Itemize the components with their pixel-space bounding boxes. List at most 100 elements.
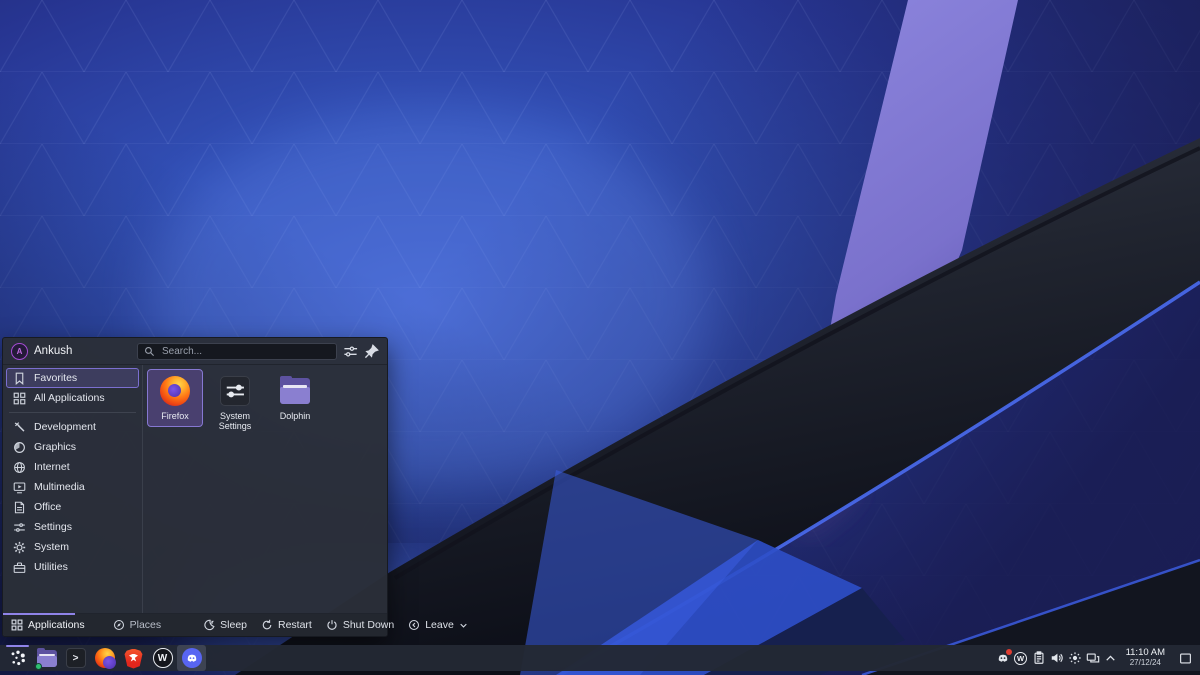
sidebar-item-all-applications[interactable]: All Applications	[6, 388, 139, 408]
session-label: Leave	[425, 619, 454, 631]
sleep-button[interactable]: Sleep	[203, 619, 247, 631]
volume-icon	[1050, 651, 1064, 665]
sidebar-item-utilities[interactable]: Utilities	[6, 557, 139, 577]
bookmark-icon	[13, 372, 26, 385]
tray-volume-button[interactable]	[1048, 646, 1066, 670]
category-label: Development	[34, 421, 96, 433]
pin-icon[interactable]	[364, 344, 379, 359]
taskbar-brave-button[interactable]	[119, 645, 148, 671]
category-label: System	[34, 541, 69, 553]
w-app-icon: W	[153, 648, 173, 668]
category-label: Graphics	[34, 441, 76, 453]
favorites-grid: Firefox System Setting	[143, 365, 387, 613]
leave-button[interactable]: Leave	[408, 619, 468, 631]
category-label: Utilities	[34, 561, 68, 573]
sidebar-item-development[interactable]: Development	[6, 417, 139, 437]
taskbar-w-app-button[interactable]: W	[148, 645, 177, 671]
sidebar-item-internet[interactable]: Internet	[6, 457, 139, 477]
category-label: Internet	[34, 461, 70, 473]
task-badge	[35, 663, 42, 670]
category-label: Office	[34, 501, 61, 513]
sleep-icon	[203, 619, 215, 631]
taskbar-firefox-button[interactable]	[90, 645, 119, 671]
grid-icon	[11, 619, 23, 631]
desktop: A Ankush	[0, 0, 1200, 675]
app-tile-system-settings[interactable]: System Settings	[207, 369, 263, 438]
tab-label: Applications	[28, 619, 85, 631]
compass-icon	[113, 619, 125, 631]
user-avatar[interactable]: A	[11, 343, 28, 360]
taskbar-dolphin-button[interactable]	[32, 645, 61, 671]
search-input[interactable]	[160, 345, 330, 358]
category-label: Multimedia	[34, 481, 85, 493]
w-app-icon: W	[1014, 652, 1027, 665]
application-launcher-menu: A Ankush	[2, 337, 388, 637]
brave-icon	[124, 649, 143, 669]
session-label: Sleep	[220, 619, 247, 631]
app-label: System Settings	[210, 411, 260, 432]
tab-applications[interactable]: Applications	[11, 619, 85, 631]
konsole-icon: >	[66, 648, 86, 668]
sidebar-item-system[interactable]: System	[6, 537, 139, 557]
gear-icon	[13, 541, 26, 554]
tab-places[interactable]: Places	[113, 619, 162, 631]
configure-icon[interactable]	[343, 344, 358, 359]
sidebar-item-graphics[interactable]: Graphics	[6, 437, 139, 457]
clipboard-icon	[1032, 651, 1046, 665]
restart-icon	[261, 619, 273, 631]
multimedia-icon	[13, 481, 26, 494]
application-launcher-button[interactable]	[3, 645, 32, 671]
sidebar-item-multimedia[interactable]: Multimedia	[6, 477, 139, 497]
w-letter: W	[1017, 654, 1024, 663]
clock-date: 27/12/24	[1126, 659, 1165, 668]
app-tile-dolphin[interactable]: Dolphin	[267, 369, 323, 427]
taskbar-panel: > W	[0, 645, 1200, 671]
launcher-sidebar: Favorites All Applications	[3, 365, 143, 613]
app-label: Dolphin	[280, 411, 311, 421]
tray-expand-button[interactable]	[1102, 646, 1120, 670]
tray-screen-layout-button[interactable]	[1084, 646, 1102, 670]
system-settings-icon	[220, 376, 250, 406]
tray-w-app-button[interactable]: W	[1012, 646, 1030, 670]
taskbar-discord-button[interactable]	[177, 645, 206, 671]
document-icon	[13, 501, 26, 514]
tray-clipboard-button[interactable]	[1030, 646, 1048, 670]
taskbar-konsole-button[interactable]: >	[61, 645, 90, 671]
shut-down-button[interactable]: Shut Down	[326, 619, 394, 631]
konsole-prompt: >	[73, 653, 79, 664]
w-letter: W	[158, 653, 167, 664]
launcher-body: Favorites All Applications	[3, 364, 387, 614]
hammer-icon	[13, 421, 26, 434]
sliders-icon	[13, 521, 26, 534]
discord-icon	[182, 648, 202, 668]
globe-icon	[13, 461, 26, 474]
show-desktop-icon	[1179, 652, 1192, 665]
toolbox-icon	[13, 561, 26, 574]
power-icon	[326, 619, 338, 631]
search-icon	[144, 346, 155, 357]
show-desktop-button[interactable]	[1175, 646, 1195, 670]
category-label: Settings	[34, 521, 72, 533]
restart-button[interactable]: Restart	[261, 619, 312, 631]
tray-discord-button[interactable]	[994, 646, 1012, 670]
leave-icon	[408, 619, 420, 631]
launcher-header: A Ankush	[3, 338, 387, 364]
sidebar-item-label: Favorites	[34, 372, 77, 384]
sidebar-item-office[interactable]: Office	[6, 497, 139, 517]
firefox-icon	[95, 648, 115, 668]
launcher-footer: Applications Places Sleep	[3, 614, 387, 636]
launcher-dots-icon	[8, 648, 28, 668]
grid-icon	[13, 392, 26, 405]
dual-monitor-icon	[1086, 651, 1100, 665]
active-tab-indicator	[3, 613, 75, 615]
search-box[interactable]	[137, 343, 337, 360]
digital-clock[interactable]: 11:10 AM 27/12/24	[1126, 648, 1165, 667]
user-name: Ankush	[34, 345, 72, 357]
chevron-up-icon	[1105, 653, 1116, 664]
sidebar-item-favorites[interactable]: Favorites	[6, 368, 139, 388]
app-tile-firefox[interactable]: Firefox	[147, 369, 203, 427]
tray-night-light-button[interactable]	[1066, 646, 1084, 670]
sidebar-separator	[9, 412, 136, 413]
sidebar-item-settings[interactable]: Settings	[6, 517, 139, 537]
system-tray: W	[994, 646, 1197, 670]
